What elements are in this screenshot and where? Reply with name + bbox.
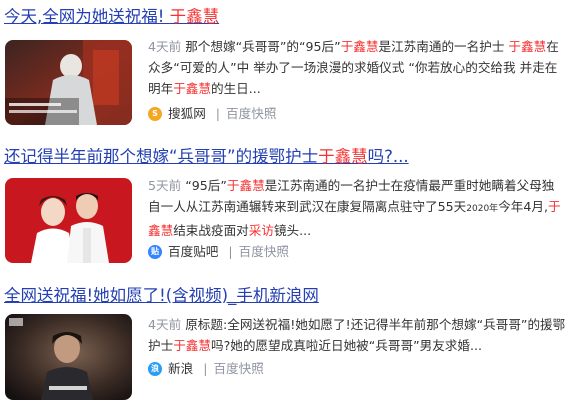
separator: |	[203, 361, 208, 376]
separator: |	[228, 244, 233, 259]
result-title-suffix: 吗?...	[367, 147, 409, 166]
cache-link[interactable]: 百度快照	[226, 104, 276, 124]
result-source: S 搜狐网 | 百度快照	[148, 104, 276, 124]
result-snippet: 5天前 “95后”于鑫慧是江苏南通的一名护士在疫情最严重时她瞒着父母独自一人从江…	[148, 178, 561, 238]
source-name[interactable]: 搜狐网	[168, 104, 206, 124]
result-title-text: 今天,全网为她送祝福!	[4, 7, 170, 26]
result-title-highlight: 于鑫慧	[318, 147, 368, 166]
result-title-text: 还记得半年前那个想嫁“兵哥哥”的援鄂护士	[4, 147, 319, 166]
source-name[interactable]: 新浪	[168, 359, 193, 379]
source-name[interactable]: 百度贴吧	[168, 242, 218, 262]
separator: |	[215, 106, 221, 121]
result-thumbnail[interactable]	[5, 178, 132, 263]
result-title-link[interactable]: 全网送祝福!她如愿了!(含视频)_手机新浪网	[4, 285, 319, 307]
sina-logo-icon: 浪	[148, 362, 162, 376]
thumbnail-image-couple	[5, 178, 132, 263]
result-snippet: 4天前 那个想嫁“兵哥哥”的“95后”于鑫慧是江苏南通的一名护士 于鑫慧在众多“…	[148, 39, 559, 96]
cache-link[interactable]: 百度快照	[239, 242, 289, 262]
result-title-highlight: 于鑫慧	[169, 7, 220, 26]
result-title-text: 全网送祝福!她如愿了!(含视频)_手机新浪网	[4, 286, 319, 305]
result-title-link[interactable]: 今天,全网为她送祝福! 于鑫慧	[4, 6, 219, 28]
thumbnail-image-video-frame	[5, 314, 132, 400]
cache-link[interactable]: 百度快照	[213, 359, 263, 379]
baidu-tieba-logo-icon: 贴	[148, 245, 162, 259]
result-thumbnail[interactable]	[5, 314, 132, 400]
result-title-link[interactable]: 还记得半年前那个想嫁“兵哥哥”的援鄂护士于鑫慧吗?...	[4, 146, 409, 168]
result-source: 浪 新浪 | 百度快照	[148, 359, 264, 379]
sohu-logo-icon: S	[148, 107, 162, 121]
result-snippet: 4天前 原标题:全网送祝福!她如愿了!还记得半年前那个想嫁“兵哥哥”的援鄂护士于…	[148, 317, 566, 353]
result-source: 贴 百度贴吧 | 百度快照	[148, 242, 289, 262]
result-thumbnail[interactable]	[5, 40, 132, 125]
thumbnail-image-nurse-hospital	[5, 40, 132, 125]
